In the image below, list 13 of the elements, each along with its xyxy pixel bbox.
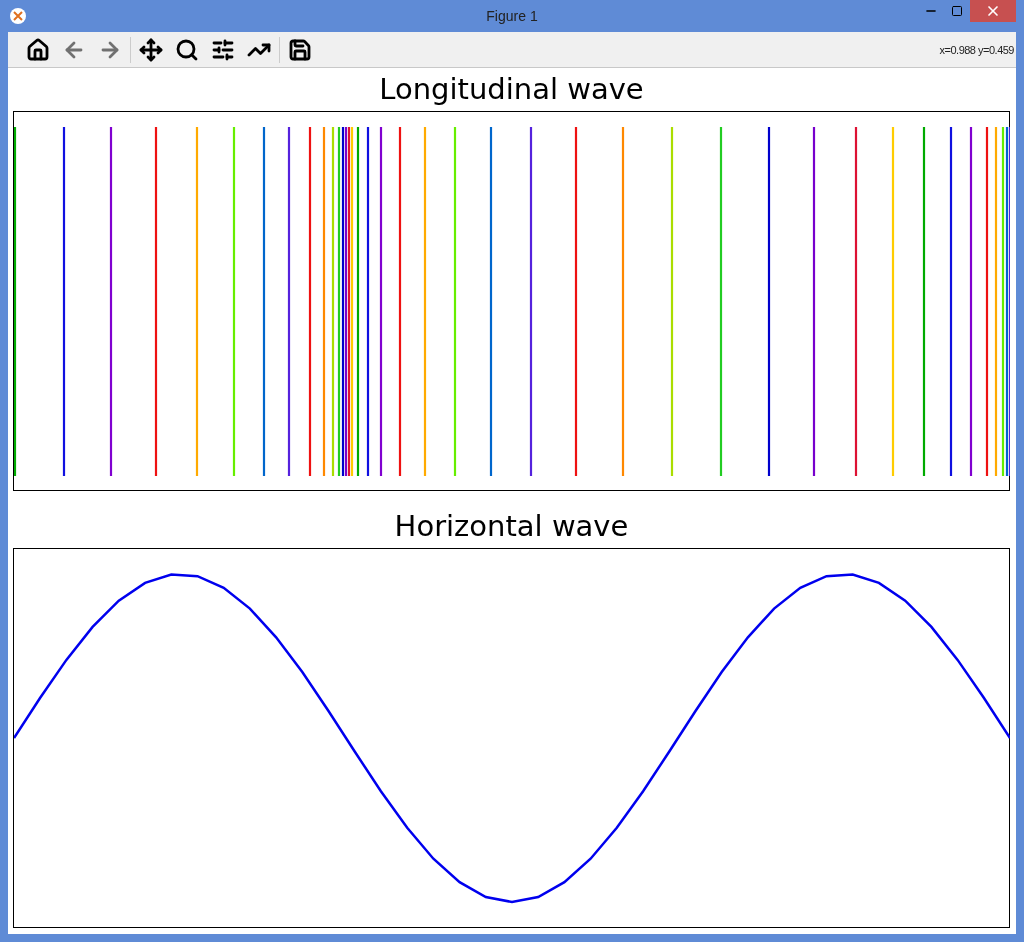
home-icon: [26, 37, 50, 62]
close-button[interactable]: [970, 0, 1016, 22]
save-icon: [288, 37, 312, 62]
plot-title: Horizontal wave: [393, 508, 630, 545]
close-icon: [985, 3, 1001, 19]
search-icon: [175, 37, 199, 62]
plot-title: Longitudinal wave: [378, 71, 645, 108]
window-title: Figure 1: [486, 8, 538, 24]
app-icon: [10, 8, 26, 24]
cursor-coordinates: x=0.988 y=0.459: [939, 43, 1014, 56]
move-icon: [139, 37, 163, 62]
sliders-icon: [211, 37, 235, 62]
maximize-icon: [951, 5, 963, 17]
